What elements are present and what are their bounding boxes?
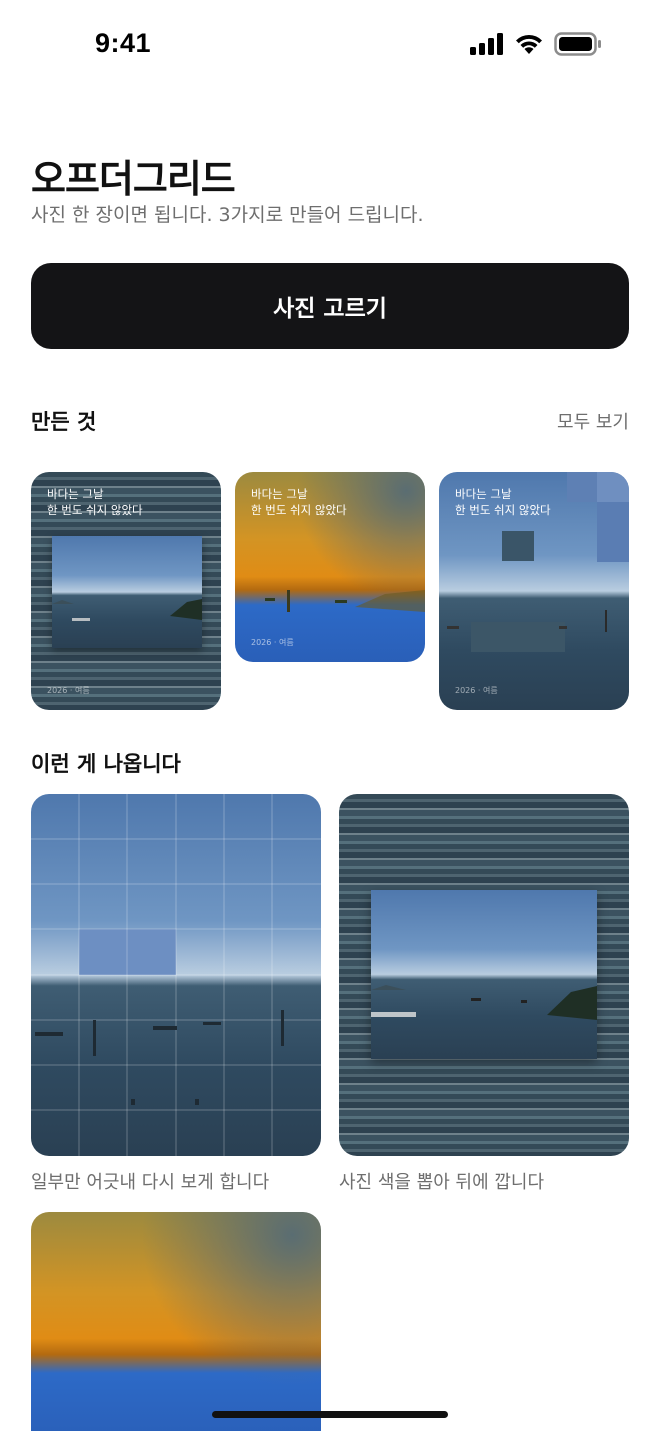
battery-icon xyxy=(554,32,601,56)
status-time: 9:41 xyxy=(95,28,152,58)
examples-section-title: 이런 게 나옵니다 xyxy=(31,752,181,776)
grid-overlay xyxy=(31,794,321,1156)
thumb-caption: 바다는 그날 한 번도 쉬지 않았다 xyxy=(47,487,143,517)
thumb-date: 2026 · 여름 xyxy=(251,638,294,647)
thumb-caption: 바다는 그날 한 번도 쉬지 않았다 xyxy=(455,487,551,517)
thumb-caption: 바다는 그날 한 번도 쉬지 않았다 xyxy=(251,487,347,517)
inset-photo xyxy=(52,536,202,648)
thumb-date: 2026 · 여름 xyxy=(47,686,90,695)
made-section-title: 만든 것 xyxy=(31,410,97,434)
status-icons xyxy=(470,32,602,56)
wifi-icon xyxy=(516,34,542,54)
example-label-stripes: 사진 색을 뽑아 뒤에 깝니다 xyxy=(339,1172,545,1193)
example-card-stripes[interactable] xyxy=(339,794,629,1156)
inset-photo xyxy=(371,890,597,1059)
made-item-2[interactable]: 바다는 그날 한 번도 쉬지 않았다 2026 · 여름 xyxy=(235,472,425,662)
sea-details xyxy=(371,985,597,1020)
sea-details xyxy=(52,599,202,621)
example-card-grid[interactable] xyxy=(31,794,321,1156)
made-item-3[interactable]: 바다는 그날 한 번도 쉬지 않았다 2026 · 여름 xyxy=(439,472,629,710)
status-bar: 9:41 xyxy=(0,0,660,90)
page-subtitle: 사진 한 장이면 됩니다. 3가지로 만들어 드립니다. xyxy=(31,204,424,226)
example-card-gold[interactable] xyxy=(31,1212,321,1431)
example-label-grid: 일부만 어긋내 다시 보게 합니다 xyxy=(31,1172,270,1193)
signal-icon xyxy=(470,33,503,55)
pick-photo-button[interactable]: 사진 고르기 xyxy=(31,263,629,349)
page-title: 오프더그리드 xyxy=(31,157,236,201)
home-indicator xyxy=(212,1411,448,1418)
made-item-1[interactable]: 바다는 그날 한 번도 쉬지 않았다 2026 · 여름 xyxy=(31,472,221,710)
thumb-date: 2026 · 여름 xyxy=(455,686,498,695)
see-all-link[interactable]: 모두 보기 xyxy=(557,408,629,434)
